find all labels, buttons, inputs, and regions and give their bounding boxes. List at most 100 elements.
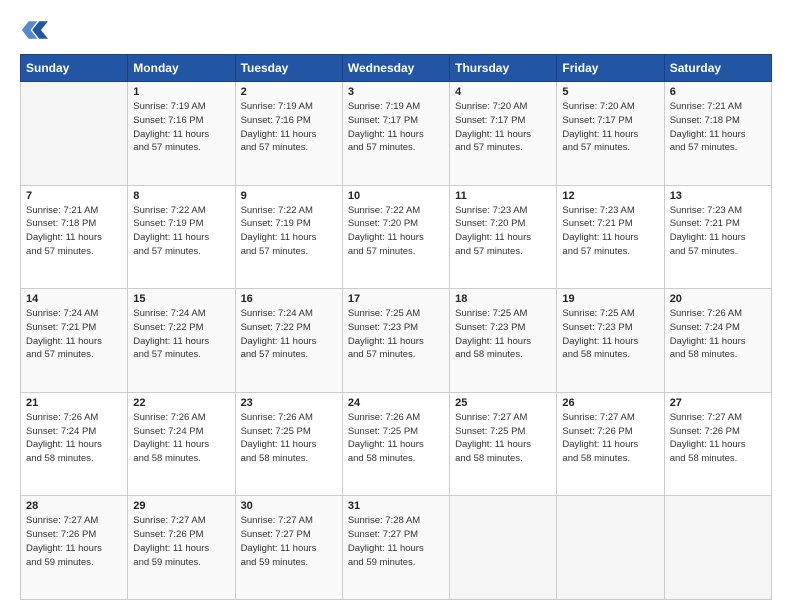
header — [20, 16, 772, 44]
day-number: 26 — [562, 397, 658, 409]
calendar-cell: 15 Sunrise: 7:24 AM Sunset: 7:22 PM Dayli… — [128, 289, 235, 393]
day-info: Sunrise: 7:24 AM Sunset: 7:22 PM Dayligh… — [133, 307, 229, 362]
header-day-saturday: Saturday — [664, 55, 771, 82]
calendar-cell: 13 Sunrise: 7:23 AM Sunset: 7:21 PM Dayli… — [664, 185, 771, 289]
week-row-4: 28 Sunrise: 7:27 AM Sunset: 7:26 PM Dayli… — [21, 496, 772, 600]
day-info: Sunrise: 7:27 AM Sunset: 7:25 PM Dayligh… — [455, 411, 551, 466]
header-day-sunday: Sunday — [21, 55, 128, 82]
day-number: 7 — [26, 190, 122, 202]
calendar-cell: 28 Sunrise: 7:27 AM Sunset: 7:26 PM Dayli… — [21, 496, 128, 600]
calendar-cell — [557, 496, 664, 600]
day-number: 12 — [562, 190, 658, 202]
logo — [20, 16, 50, 44]
day-number: 9 — [241, 190, 337, 202]
day-info: Sunrise: 7:19 AM Sunset: 7:16 PM Dayligh… — [133, 100, 229, 155]
day-info: Sunrise: 7:27 AM Sunset: 7:26 PM Dayligh… — [562, 411, 658, 466]
day-info: Sunrise: 7:21 AM Sunset: 7:18 PM Dayligh… — [26, 204, 122, 259]
calendar-cell: 23 Sunrise: 7:26 AM Sunset: 7:25 PM Dayli… — [235, 392, 342, 496]
week-row-3: 21 Sunrise: 7:26 AM Sunset: 7:24 PM Dayli… — [21, 392, 772, 496]
calendar-cell: 16 Sunrise: 7:24 AM Sunset: 7:22 PM Dayli… — [235, 289, 342, 393]
day-number: 15 — [133, 293, 229, 305]
calendar-cell: 21 Sunrise: 7:26 AM Sunset: 7:24 PM Dayli… — [21, 392, 128, 496]
day-number: 8 — [133, 190, 229, 202]
week-row-0: 1 Sunrise: 7:19 AM Sunset: 7:16 PM Daylig… — [21, 82, 772, 186]
day-number: 5 — [562, 86, 658, 98]
calendar-cell: 30 Sunrise: 7:27 AM Sunset: 7:27 PM Dayli… — [235, 496, 342, 600]
day-info: Sunrise: 7:28 AM Sunset: 7:27 PM Dayligh… — [348, 514, 444, 569]
day-number: 21 — [26, 397, 122, 409]
day-info: Sunrise: 7:25 AM Sunset: 7:23 PM Dayligh… — [348, 307, 444, 362]
day-info: Sunrise: 7:26 AM Sunset: 7:25 PM Dayligh… — [348, 411, 444, 466]
calendar-cell: 31 Sunrise: 7:28 AM Sunset: 7:27 PM Dayli… — [342, 496, 449, 600]
calendar-cell — [21, 82, 128, 186]
header-day-monday: Monday — [128, 55, 235, 82]
header-day-tuesday: Tuesday — [235, 55, 342, 82]
header-day-friday: Friday — [557, 55, 664, 82]
calendar-cell: 29Sunrise: 7:27 AM Sunset: 7:26 PM Dayli… — [128, 496, 235, 600]
day-number: 22 — [133, 397, 229, 409]
day-number: 10 — [348, 190, 444, 202]
day-number: 3 — [348, 86, 444, 98]
calendar-cell: 26 Sunrise: 7:27 AM Sunset: 7:26 PM Dayli… — [557, 392, 664, 496]
day-number: 23 — [241, 397, 337, 409]
calendar-cell: 7 Sunrise: 7:21 AM Sunset: 7:18 PM Daylig… — [21, 185, 128, 289]
calendar-cell: 22 Sunrise: 7:26 AM Sunset: 7:24 PM Dayli… — [128, 392, 235, 496]
day-info: Sunrise: 7:19 AM Sunset: 7:16 PM Dayligh… — [241, 100, 337, 155]
calendar-cell: 12Sunrise: 7:23 AM Sunset: 7:21 PM Dayli… — [557, 185, 664, 289]
day-info: Sunrise: 7:24 AM Sunset: 7:22 PM Dayligh… — [241, 307, 337, 362]
calendar-cell: 6 Sunrise: 7:21 AM Sunset: 7:18 PM Daylig… — [664, 82, 771, 186]
day-info: Sunrise: 7:26 AM Sunset: 7:24 PM Dayligh… — [133, 411, 229, 466]
header-day-thursday: Thursday — [450, 55, 557, 82]
day-number: 13 — [670, 190, 766, 202]
day-number: 27 — [670, 397, 766, 409]
day-info: Sunrise: 7:22 AM Sunset: 7:20 PM Dayligh… — [348, 204, 444, 259]
day-info: Sunrise: 7:22 AM Sunset: 7:19 PM Dayligh… — [133, 204, 229, 259]
calendar-cell: 11 Sunrise: 7:23 AM Sunset: 7:20 PM Dayli… — [450, 185, 557, 289]
calendar-cell — [450, 496, 557, 600]
day-info: Sunrise: 7:21 AM Sunset: 7:18 PM Dayligh… — [670, 100, 766, 155]
page: SundayMondayTuesdayWednesdayThursdayFrid… — [0, 0, 792, 612]
day-number: 6 — [670, 86, 766, 98]
calendar-cell: 24 Sunrise: 7:26 AM Sunset: 7:25 PM Dayli… — [342, 392, 449, 496]
day-number: 2 — [241, 86, 337, 98]
calendar-cell: 25Sunrise: 7:27 AM Sunset: 7:25 PM Dayli… — [450, 392, 557, 496]
calendar-cell: 19Sunrise: 7:25 AM Sunset: 7:23 PM Dayli… — [557, 289, 664, 393]
day-number: 17 — [348, 293, 444, 305]
header-row: SundayMondayTuesdayWednesdayThursdayFrid… — [21, 55, 772, 82]
calendar-table: SundayMondayTuesdayWednesdayThursdayFrid… — [20, 54, 772, 600]
day-number: 4 — [455, 86, 551, 98]
day-info: Sunrise: 7:25 AM Sunset: 7:23 PM Dayligh… — [562, 307, 658, 362]
day-info: Sunrise: 7:23 AM Sunset: 7:20 PM Dayligh… — [455, 204, 551, 259]
day-number: 30 — [241, 500, 337, 512]
day-number: 31 — [348, 500, 444, 512]
day-info: Sunrise: 7:23 AM Sunset: 7:21 PM Dayligh… — [670, 204, 766, 259]
day-info: Sunrise: 7:20 AM Sunset: 7:17 PM Dayligh… — [455, 100, 551, 155]
day-number: 14 — [26, 293, 122, 305]
day-info: Sunrise: 7:26 AM Sunset: 7:24 PM Dayligh… — [26, 411, 122, 466]
day-number: 20 — [670, 293, 766, 305]
week-row-2: 14 Sunrise: 7:24 AM Sunset: 7:21 PM Dayli… — [21, 289, 772, 393]
day-number: 24 — [348, 397, 444, 409]
calendar-cell: 20 Sunrise: 7:26 AM Sunset: 7:24 PM Dayli… — [664, 289, 771, 393]
day-info: Sunrise: 7:22 AM Sunset: 7:19 PM Dayligh… — [241, 204, 337, 259]
day-number: 18 — [455, 293, 551, 305]
day-info: Sunrise: 7:27 AM Sunset: 7:26 PM Dayligh… — [670, 411, 766, 466]
day-number: 28 — [26, 500, 122, 512]
day-number: 1 — [133, 86, 229, 98]
day-info: Sunrise: 7:27 AM Sunset: 7:27 PM Dayligh… — [241, 514, 337, 569]
day-info: Sunrise: 7:27 AM Sunset: 7:26 PM Dayligh… — [26, 514, 122, 569]
day-info: Sunrise: 7:26 AM Sunset: 7:25 PM Dayligh… — [241, 411, 337, 466]
day-number: 11 — [455, 190, 551, 202]
week-row-1: 7 Sunrise: 7:21 AM Sunset: 7:18 PM Daylig… — [21, 185, 772, 289]
day-info: Sunrise: 7:26 AM Sunset: 7:24 PM Dayligh… — [670, 307, 766, 362]
day-number: 16 — [241, 293, 337, 305]
day-info: Sunrise: 7:24 AM Sunset: 7:21 PM Dayligh… — [26, 307, 122, 362]
header-day-wednesday: Wednesday — [342, 55, 449, 82]
calendar-cell: 18Sunrise: 7:25 AM Sunset: 7:23 PM Dayli… — [450, 289, 557, 393]
calendar-cell: 4 Sunrise: 7:20 AM Sunset: 7:17 PM Daylig… — [450, 82, 557, 186]
day-info: Sunrise: 7:27 AM Sunset: 7:26 PM Dayligh… — [133, 514, 229, 569]
calendar-cell: 9 Sunrise: 7:22 AM Sunset: 7:19 PM Daylig… — [235, 185, 342, 289]
logo-icon — [20, 16, 48, 44]
calendar-cell: 8 Sunrise: 7:22 AM Sunset: 7:19 PM Daylig… — [128, 185, 235, 289]
calendar-cell — [664, 496, 771, 600]
